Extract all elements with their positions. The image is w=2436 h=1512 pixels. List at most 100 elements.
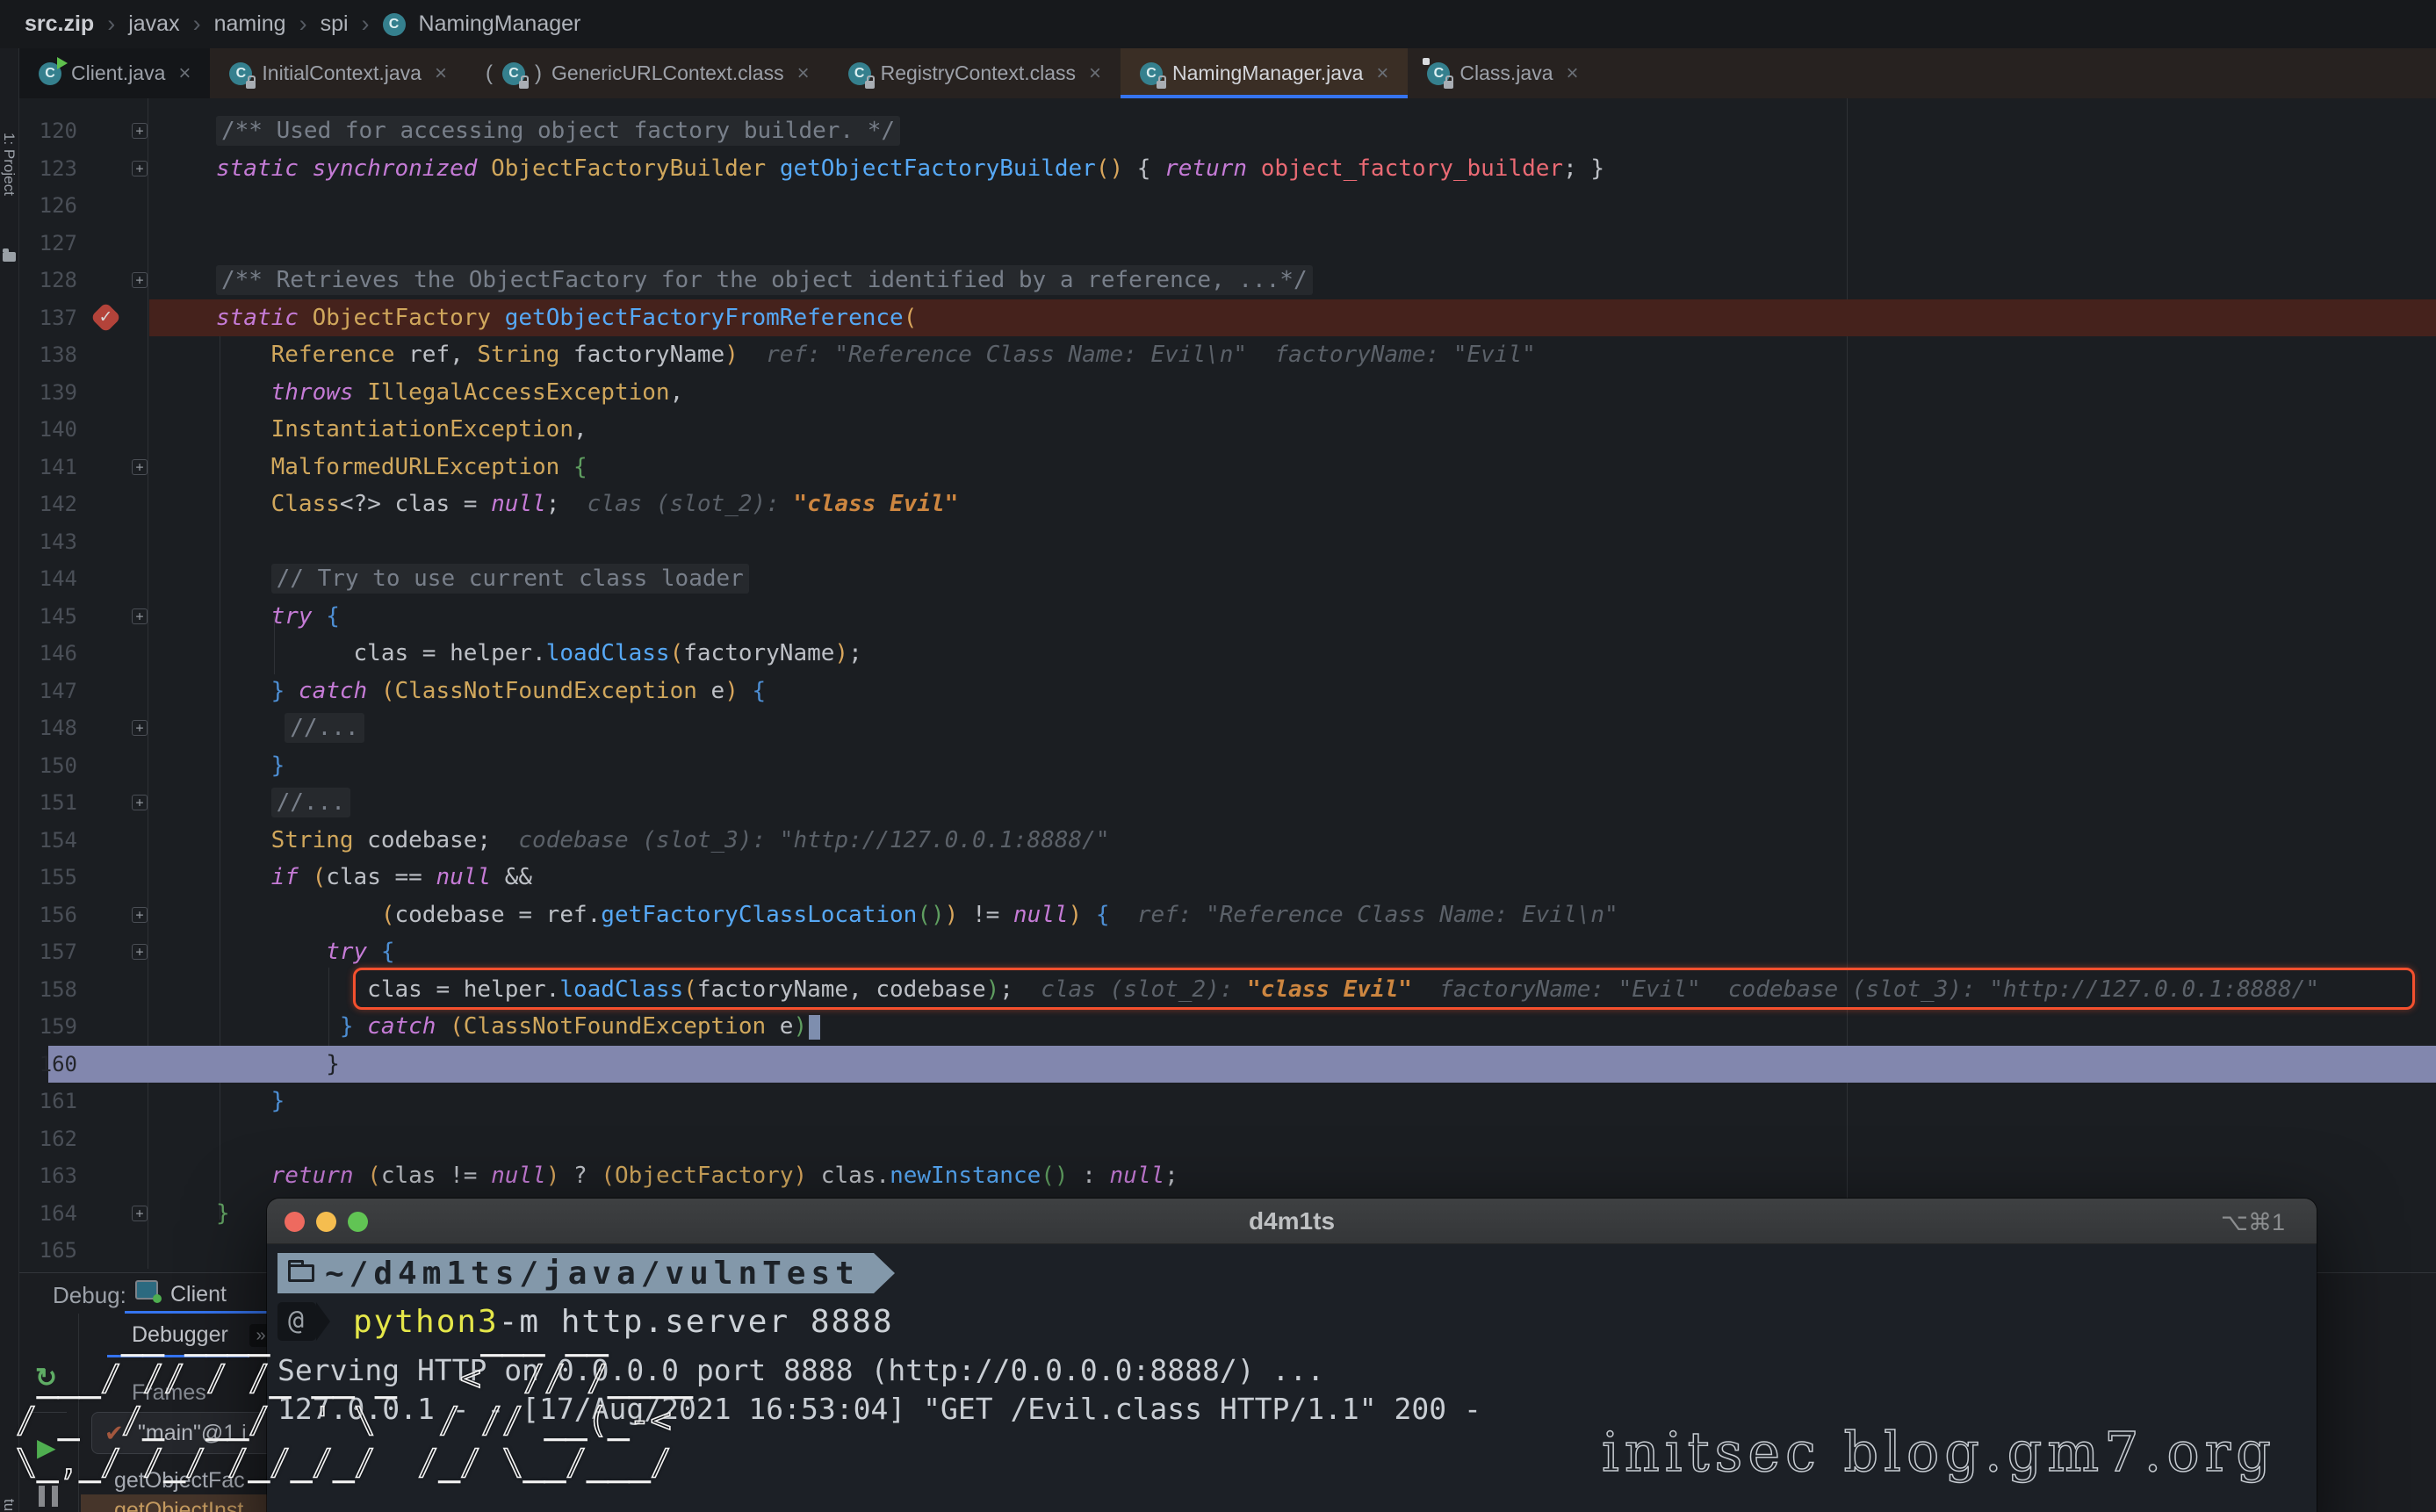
- line-number[interactable]: 127: [19, 225, 77, 263]
- code-line[interactable]: 137static ObjectFactory getObjectFactory…: [0, 299, 2436, 337]
- code-text: if (clas == null &&: [271, 859, 532, 896]
- fold-icon[interactable]: +: [132, 161, 148, 176]
- code-editor[interactable]: 120+/** Used for accessing object factor…: [19, 98, 2436, 1272]
- code-line[interactable]: 138Reference ref, String factoryName) re…: [0, 336, 2436, 374]
- code-line[interactable]: 150}: [0, 747, 2436, 785]
- close-icon[interactable]: ×: [1376, 61, 1388, 86]
- code-line[interactable]: 120+/** Used for accessing object factor…: [0, 112, 2436, 150]
- line-number[interactable]: 123: [19, 150, 77, 188]
- tab-class-java[interactable]: CClass.java×: [1408, 48, 1597, 98]
- debug-session-tab[interactable]: Client: [170, 1282, 227, 1307]
- tab-namingmanager-java[interactable]: CNamingManager.java×: [1121, 48, 1408, 98]
- code-line[interactable]: 123+static synchronized ObjectFactoryBui…: [0, 150, 2436, 188]
- code-line[interactable]: 140InstantiationException,: [0, 411, 2436, 449]
- code-line[interactable]: 159} catch (ClassNotFoundException e): [0, 1008, 2436, 1046]
- line-number[interactable]: 126: [19, 187, 77, 225]
- code-line[interactable]: 141+MalformedURLException {: [0, 449, 2436, 486]
- code-line[interactable]: 147} catch (ClassNotFoundException e) {: [0, 673, 2436, 710]
- line-number[interactable]: 151: [19, 784, 77, 822]
- code-line[interactable]: 155 if (clas == null &&: [0, 859, 2436, 896]
- line-number[interactable]: 139: [19, 374, 77, 412]
- code-line[interactable]: 148+//...: [0, 709, 2436, 747]
- line-number[interactable]: 142: [19, 486, 77, 523]
- line-number[interactable]: 156: [19, 896, 77, 934]
- debug-panel-label: Debug:: [53, 1282, 126, 1309]
- active-tab-underline: [125, 1311, 288, 1314]
- line-number[interactable]: 146: [19, 635, 77, 673]
- code-line[interactable]: 158clas = helper.loadClass(factoryName, …: [0, 971, 2436, 1009]
- terminal-title-bar[interactable]: d4m1ts ⌥⌘1: [267, 1199, 2317, 1244]
- line-number[interactable]: 165: [19, 1232, 77, 1270]
- fold-icon[interactable]: +: [132, 459, 148, 475]
- line-number[interactable]: 150: [19, 747, 77, 785]
- breadcrumb-item-src-zip[interactable]: src.zip: [25, 11, 94, 37]
- code-line[interactable]: 162: [0, 1120, 2436, 1158]
- line-number[interactable]: 137: [19, 299, 77, 337]
- code-line[interactable]: 145+try {: [0, 598, 2436, 636]
- fold-icon[interactable]: +: [132, 608, 148, 624]
- fold-icon[interactable]: +: [132, 907, 148, 923]
- line-number[interactable]: 157: [19, 933, 77, 971]
- line-number[interactable]: 147: [19, 673, 77, 710]
- code-line[interactable]: 157+try {: [0, 933, 2436, 971]
- line-number[interactable]: 144: [19, 560, 77, 598]
- line-number[interactable]: 158: [19, 971, 77, 1009]
- line-number[interactable]: 128: [19, 262, 77, 299]
- tool-button-structure[interactable]: ture: [0, 1499, 18, 1512]
- tab-label: Client.java: [71, 61, 165, 85]
- code-line[interactable]: 139throws IllegalAccessException,: [0, 374, 2436, 412]
- tool-button-project[interactable]: 1: Project: [0, 133, 18, 196]
- line-number[interactable]: 141: [19, 449, 77, 486]
- code-line[interactable]: 146clas = helper.loadClass(factoryName);: [0, 635, 2436, 673]
- breadcrumb-item-naming[interactable]: naming: [214, 11, 286, 37]
- code-text: /** Retrieves the ObjectFactory for the …: [216, 262, 1313, 299]
- breadcrumb-item-javax[interactable]: javax: [128, 11, 179, 37]
- tab-client-java[interactable]: CClient.java×: [19, 48, 210, 98]
- code-line[interactable]: 126: [0, 187, 2436, 225]
- tab-initialcontext-java[interactable]: CInitialContext.java×: [210, 48, 466, 98]
- fold-icon[interactable]: +: [132, 123, 148, 139]
- code-line[interactable]: 127: [0, 225, 2436, 263]
- line-number[interactable]: 154: [19, 822, 77, 860]
- line-number[interactable]: 138: [19, 336, 77, 374]
- breadcrumb-item-spi[interactable]: spi: [321, 11, 349, 37]
- code-line[interactable]: 154String codebase; codebase (slot_3): "…: [0, 822, 2436, 860]
- fold-icon[interactable]: +: [132, 795, 148, 810]
- breadcrumb-item-class[interactable]: NamingManager: [419, 11, 581, 37]
- code-line[interactable]: 156+(codebase = ref.getFactoryClassLocat…: [0, 896, 2436, 934]
- close-icon[interactable]: ×: [1567, 61, 1579, 86]
- line-number[interactable]: 164: [19, 1195, 77, 1233]
- code-line[interactable]: 163return (clas != null) ? (ObjectFactor…: [0, 1157, 2436, 1195]
- line-number[interactable]: 160: [19, 1046, 77, 1084]
- line-number[interactable]: 145: [19, 598, 77, 636]
- fold-icon[interactable]: +: [132, 272, 148, 288]
- close-icon[interactable]: ×: [178, 61, 191, 86]
- line-number[interactable]: 148: [19, 709, 77, 747]
- tab-genericurlcontext-class[interactable]: (C)GenericURLContext.class×: [466, 48, 829, 98]
- line-number[interactable]: 143: [19, 523, 77, 561]
- close-icon[interactable]: ×: [797, 61, 810, 86]
- code-line[interactable]: 160}: [0, 1046, 2436, 1084]
- line-number[interactable]: 161: [19, 1083, 77, 1120]
- code-line[interactable]: 143: [0, 523, 2436, 561]
- code-line[interactable]: 128 + /** Retrieves the ObjectFactory for …: [0, 262, 2436, 299]
- close-icon[interactable]: ×: [1089, 61, 1101, 86]
- code-line[interactable]: 144// Try to use current class loader: [0, 560, 2436, 598]
- line-number[interactable]: 163: [19, 1157, 77, 1195]
- breakpoint-icon[interactable]: [90, 301, 121, 332]
- close-icon[interactable]: ×: [435, 61, 447, 86]
- fold-icon[interactable]: +: [132, 1206, 148, 1221]
- pause-icon[interactable]: [39, 1486, 58, 1507]
- code-line[interactable]: 151+//...: [0, 784, 2436, 822]
- tab-label: Class.java: [1459, 61, 1553, 85]
- line-number[interactable]: 162: [19, 1120, 77, 1158]
- line-number[interactable]: 159: [19, 1008, 77, 1046]
- line-number[interactable]: 140: [19, 411, 77, 449]
- code-line[interactable]: 142Class<?> clas = null; clas (slot_2): …: [0, 486, 2436, 523]
- tab-registrycontext-class[interactable]: CRegistryContext.class×: [829, 48, 1121, 98]
- line-number[interactable]: 120: [19, 112, 77, 150]
- fold-icon[interactable]: +: [132, 720, 148, 736]
- code-line[interactable]: 161}: [0, 1083, 2436, 1120]
- line-number[interactable]: 155: [19, 859, 77, 896]
- fold-icon[interactable]: +: [132, 944, 148, 960]
